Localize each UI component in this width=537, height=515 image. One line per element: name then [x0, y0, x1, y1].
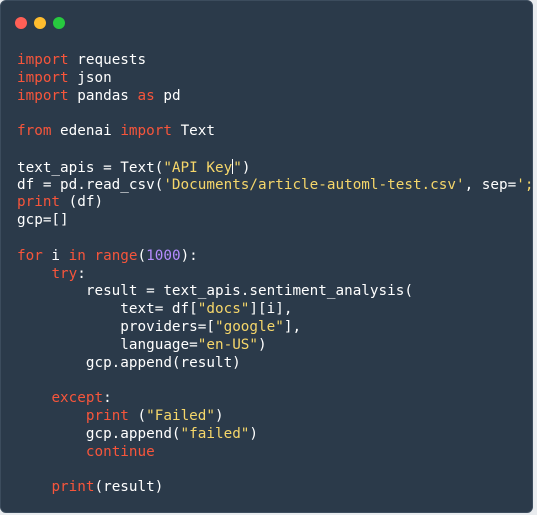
code-line: for i in range(1000): — [17, 247, 532, 266]
code-keyword: for — [17, 247, 43, 264]
code-text: : — [77, 265, 86, 282]
code-text: providers=[ — [17, 318, 215, 335]
code-text: language= — [17, 336, 198, 353]
code-keyword: print — [51, 479, 95, 496]
code-line: gcp=[] — [17, 212, 532, 230]
code-text: Text — [171, 123, 216, 140]
code-keyword: in — [68, 247, 86, 264]
code-keyword: print — [17, 194, 61, 211]
code-text: gcp.append(result) — [17, 354, 241, 371]
code-line: except: — [17, 390, 532, 408]
code-text: ( — [128, 407, 147, 424]
code-text: ) — [241, 159, 251, 176]
code-text: ( — [137, 247, 147, 264]
code-keyword: except — [51, 390, 104, 407]
code-text: ) — [249, 425, 259, 442]
code-keyword: import — [17, 52, 69, 68]
code-line: import requests — [17, 52, 532, 70]
code-text: requests — [68, 52, 147, 68]
code-text: : — [103, 390, 112, 407]
code-keyword: import — [17, 87, 69, 104]
code-line: gcp.append("failed") — [17, 425, 532, 444]
code-text: (df) — [60, 194, 104, 211]
code-line: print (df) — [17, 194, 532, 212]
code-keyword: continue — [85, 443, 155, 460]
code-keyword: as — [137, 87, 155, 104]
code-text: json — [68, 69, 112, 86]
code-text: ): — [180, 247, 198, 264]
code-line: text= df["docs"][i], — [17, 301, 532, 319]
code-string: "google" — [214, 318, 284, 335]
close-window-button[interactable] — [15, 17, 27, 29]
code-string: ';' — [516, 176, 533, 193]
code-string: "API Key — [163, 159, 233, 176]
code-line: print(result) — [17, 479, 532, 497]
code-text: edenai — [51, 123, 121, 140]
code-line: import pandas as pd — [17, 87, 532, 106]
code-keyword: import — [120, 123, 172, 140]
window-titlebar — [1, 1, 532, 41]
code-string: "Failed" — [146, 407, 216, 424]
code-line: text_apis = Text("API Key") — [17, 158, 532, 177]
code-text: result = text_apis.sentiment_analysis( — [17, 283, 413, 300]
code-text: gcp.append( — [17, 425, 181, 442]
code-text: df = pd.read_csv( — [17, 176, 164, 193]
code-text: ) — [258, 336, 267, 353]
code-text: text= df[ — [17, 301, 198, 318]
code-line: import json — [17, 69, 532, 88]
code-line: result = text_apis.sentiment_analysis( — [17, 283, 532, 301]
maximize-window-button[interactable] — [53, 17, 65, 29]
code-line: df = pd.read_csv('Documents/article-auto… — [17, 176, 533, 195]
code-window: import requests import json import pandas … — [0, 0, 533, 513]
code-string: " — [233, 159, 242, 176]
code-text: ) — [215, 407, 224, 424]
code-editor[interactable]: import requests import json import pandas … — [17, 52, 533, 497]
code-string: "failed" — [180, 425, 250, 442]
code-keyword: import — [17, 69, 69, 86]
code-string: 'Documents/article-automl-test.csv' — [163, 176, 465, 193]
code-string: "docs" — [197, 301, 250, 318]
code-text: , sep= — [464, 176, 517, 193]
code-text: ][i], — [249, 301, 293, 318]
code-line: print ("Failed") — [17, 407, 532, 426]
code-line: providers=["google"], — [17, 318, 532, 337]
code-line: gcp.append(result) — [17, 354, 532, 373]
minimize-window-button[interactable] — [34, 17, 46, 29]
code-keyword: print — [85, 407, 129, 424]
code-line: continue — [17, 443, 532, 462]
code-string: "en-US" — [197, 336, 259, 353]
code-number: 1000 — [146, 247, 181, 264]
code-keyword: try — [51, 265, 78, 282]
code-text: ], — [283, 318, 302, 335]
code-text: (result) — [94, 479, 164, 496]
code-line: try: — [17, 265, 532, 284]
code-text: pd — [154, 87, 181, 104]
code-text: i — [42, 247, 69, 264]
code-line: from edenai import Text — [17, 123, 532, 141]
code-line: language="en-US") — [17, 336, 532, 355]
code-text: text_apis = Text( — [17, 159, 164, 176]
code-text: gcp=[] — [17, 212, 69, 229]
code-text: pandas — [68, 87, 138, 104]
code-keyword: from — [17, 123, 52, 140]
code-keyword: range — [94, 247, 138, 264]
